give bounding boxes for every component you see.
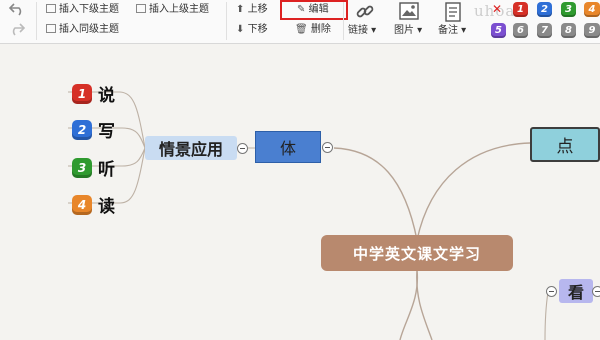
priority-1-icon: 1 bbox=[72, 83, 92, 104]
subtopic-scenario[interactable]: 情景应用 bbox=[145, 136, 237, 160]
collapse-toggle[interactable] bbox=[322, 142, 333, 153]
list-item-speak[interactable]: 1 说 bbox=[72, 81, 115, 106]
root-label: 中学英文课文学习 bbox=[352, 244, 481, 263]
list-item-listen[interactable]: 3 听 bbox=[72, 155, 115, 180]
topic-point[interactable]: 点 bbox=[530, 127, 600, 162]
list-item-read[interactable]: 4 读 bbox=[72, 192, 115, 217]
collapse-toggle[interactable] bbox=[237, 143, 248, 154]
item-label: 说 bbox=[98, 86, 115, 106]
root-topic[interactable]: 中学英文课文学习 bbox=[321, 235, 513, 271]
topic-look[interactable]: 看 bbox=[559, 279, 593, 303]
collapse-toggle[interactable] bbox=[546, 286, 557, 297]
collapse-toggle[interactable] bbox=[592, 286, 600, 297]
item-label: 写 bbox=[98, 122, 115, 142]
item-label: 读 bbox=[98, 197, 115, 217]
priority-4-icon: 4 bbox=[72, 194, 92, 215]
priority-3-icon: 3 bbox=[72, 157, 92, 178]
list-item-write[interactable]: 2 写 bbox=[72, 117, 115, 142]
priority-2-icon: 2 bbox=[72, 119, 92, 140]
topic-body[interactable]: 体 bbox=[255, 131, 321, 163]
topic-label: 看 bbox=[567, 283, 584, 302]
topic-label: 体 bbox=[279, 139, 296, 158]
item-label: 听 bbox=[98, 160, 115, 180]
subtopic-label: 情景应用 bbox=[158, 140, 223, 159]
topic-label: 点 bbox=[556, 137, 574, 157]
